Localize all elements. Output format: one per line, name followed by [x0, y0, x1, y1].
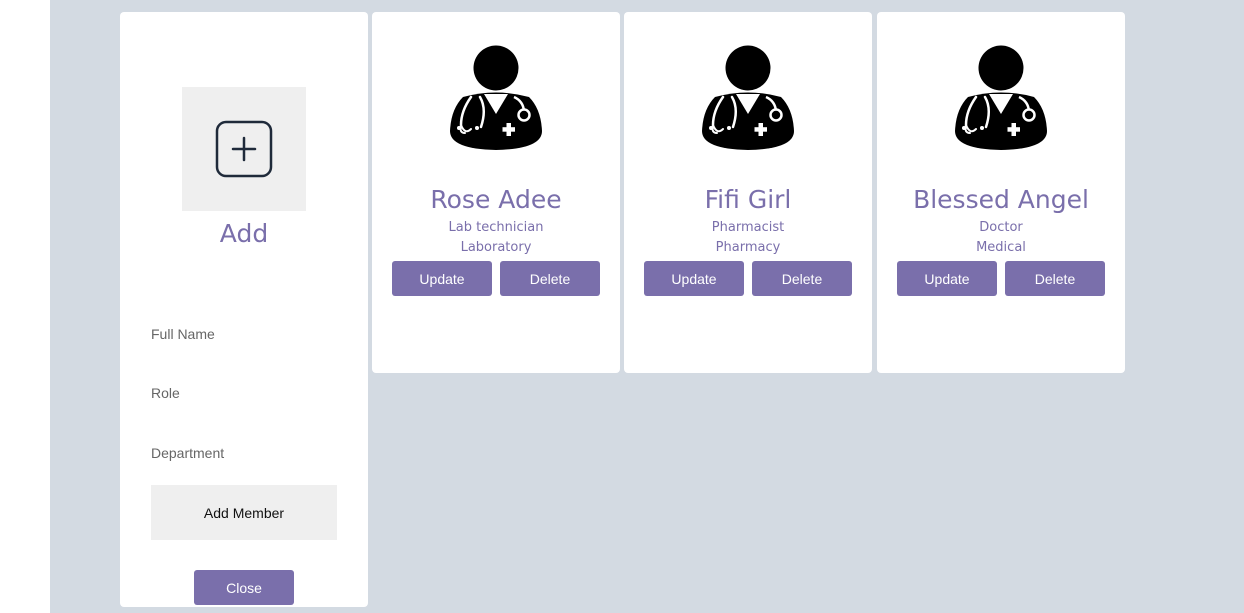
member-card: Rose Adee Lab technician Laboratory Upda… — [372, 12, 620, 373]
full-name-label: Full Name — [151, 326, 215, 342]
delete-button[interactable]: Delete — [1005, 261, 1105, 296]
update-button[interactable]: Update — [897, 261, 997, 296]
delete-button[interactable]: Delete — [500, 261, 600, 296]
role-label: Role — [151, 385, 180, 401]
member-name: Blessed Angel — [913, 185, 1089, 214]
department-label: Department — [151, 445, 225, 461]
role-input[interactable] — [151, 405, 337, 427]
close-button[interactable]: Close — [194, 570, 294, 605]
full-name-input[interactable] — [151, 346, 337, 368]
member-role: Doctor — [979, 220, 1023, 235]
add-member-button[interactable]: Add Member — [151, 485, 337, 540]
add-member-panel: Add Full Name Role Department Add Member… — [120, 12, 368, 607]
delete-button[interactable]: Delete — [752, 261, 852, 296]
member-name: Rose Adee — [430, 185, 562, 214]
plus-square-icon — [215, 120, 273, 178]
doctor-avatar-icon — [955, 45, 1047, 150]
member-department: Medical — [976, 240, 1026, 255]
member-role: Pharmacist — [711, 220, 785, 235]
add-title: Add — [219, 219, 269, 248]
add-image-button[interactable] — [182, 87, 306, 211]
member-card: Blessed Angel Doctor Medical Update Dele… — [877, 12, 1125, 373]
member-role: Lab technician — [448, 220, 544, 235]
department-input[interactable] — [151, 462, 337, 484]
main-area: Add Full Name Role Department Add Member… — [50, 0, 1244, 613]
doctor-avatar-icon — [450, 45, 542, 150]
member-name: Fifi Girl — [704, 185, 792, 214]
member-department: Laboratory — [460, 240, 532, 255]
member-department: Pharmacy — [715, 240, 781, 255]
update-button[interactable]: Update — [392, 261, 492, 296]
member-card: Fifi Girl Pharmacist Pharmacy Update Del… — [624, 12, 872, 373]
doctor-avatar-icon — [702, 45, 794, 150]
update-button[interactable]: Update — [644, 261, 744, 296]
